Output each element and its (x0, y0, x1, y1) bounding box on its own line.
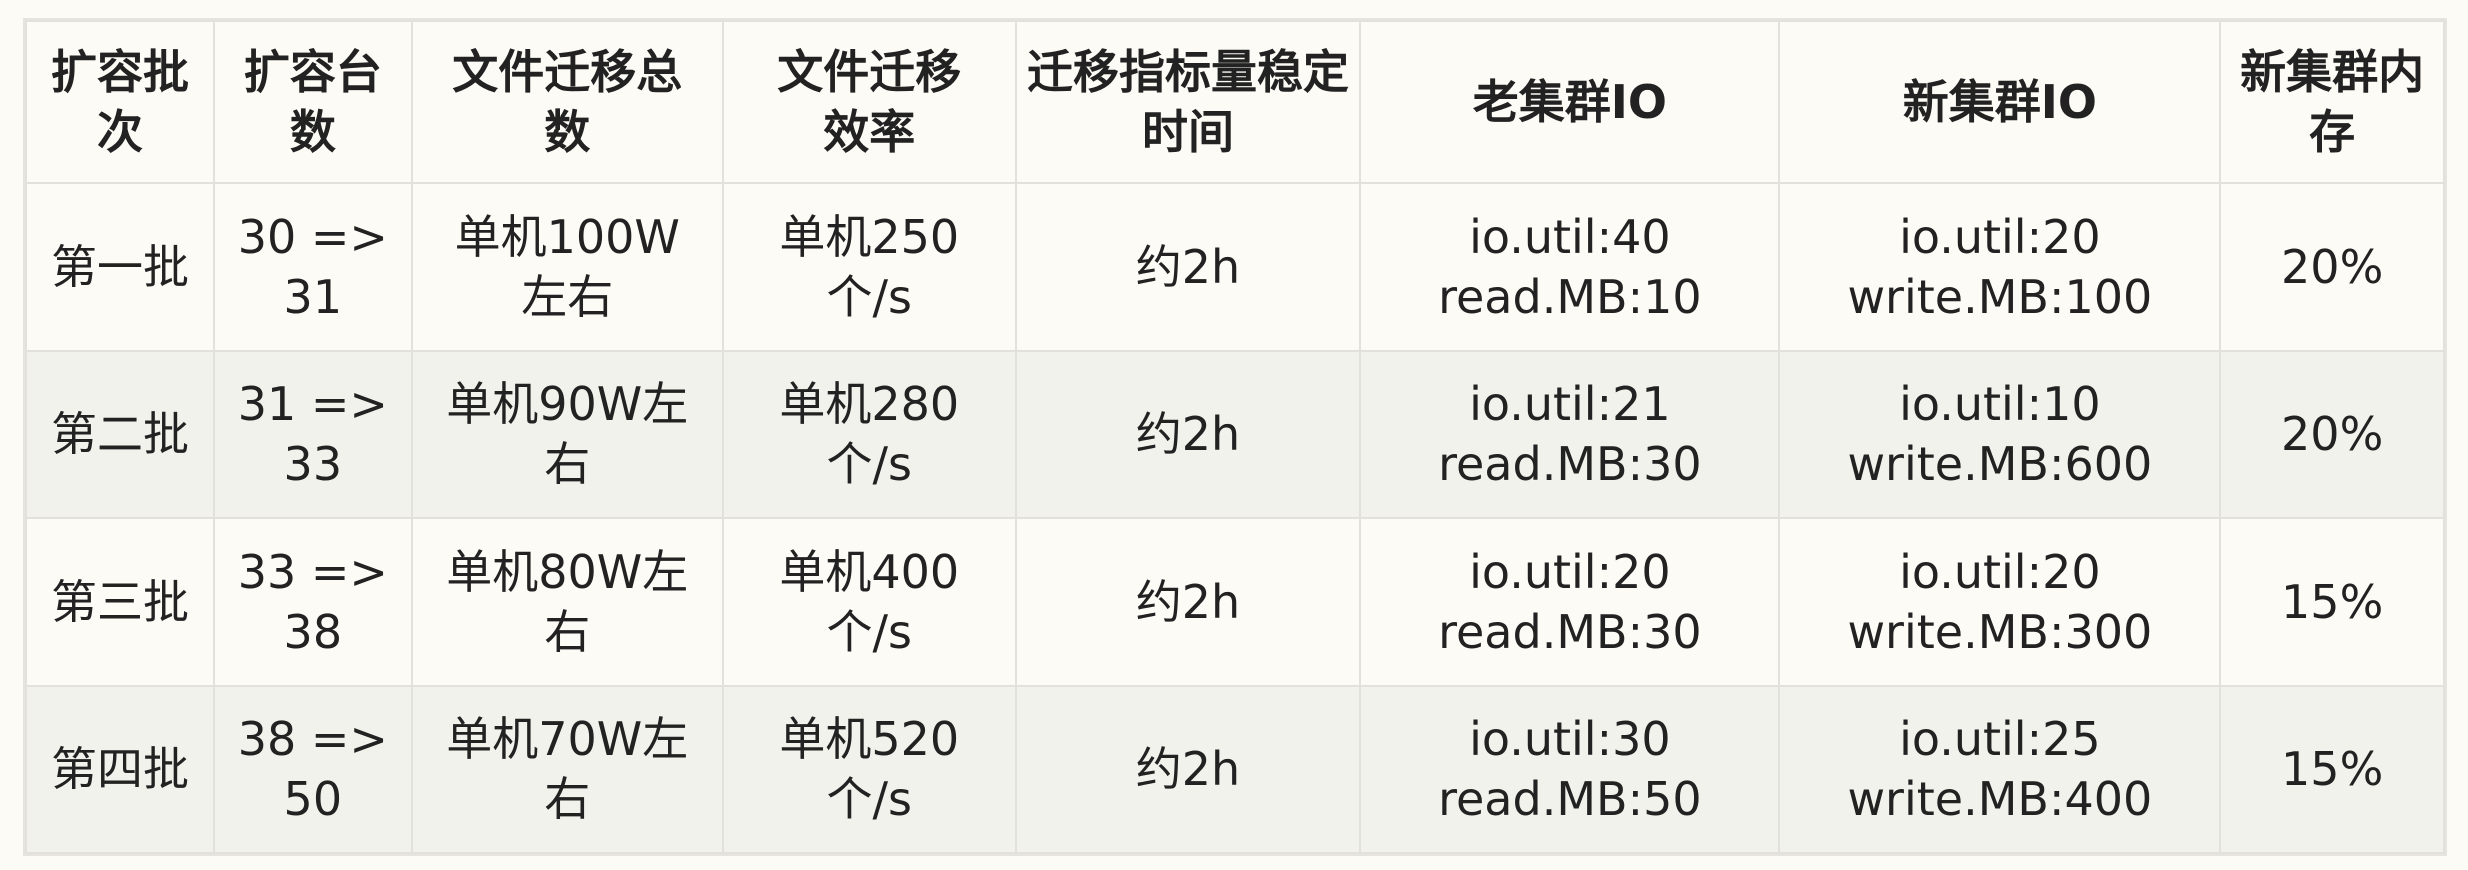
header-efficiency: 文件迁移 效率 (721, 20, 1017, 184)
cell-batch: 第一批 (24, 182, 216, 352)
cell-efficiency: 单机400 个/s (721, 517, 1017, 687)
cell-new-io: io.util:20 write.MB:100 (1778, 182, 2222, 352)
table-row: 第一批 30 => 31 单机100W 左右 单机250 个/s 约2h io.uti… (24, 182, 2445, 352)
header-total: 文件迁移总 数 (410, 20, 724, 184)
cell-memory: 20% (2219, 349, 2445, 519)
cell-memory: 15% (2219, 517, 2445, 687)
cell-old-io: io.util:30 read.MB:50 (1359, 684, 1781, 854)
cell-total: 单机90W左右 (410, 349, 724, 519)
cell-memory: 20% (2219, 182, 2445, 352)
cell-machines: 30 => 31 (213, 182, 413, 352)
cell-batch: 第三批 (24, 517, 216, 687)
cell-machines: 33 => 38 (213, 517, 413, 687)
cell-old-io: io.util:40 read.MB:10 (1359, 182, 1781, 352)
cell-memory: 15% (2219, 684, 2445, 854)
table-row: 第四批 38 => 50 单机70W左右 单机520 个/s 约2h io.util… (24, 684, 2445, 854)
header-new-io: 新集群IO (1778, 20, 2222, 184)
cell-efficiency: 单机520 个/s (721, 684, 1017, 854)
cell-batch: 第四批 (24, 684, 216, 854)
cell-old-io: io.util:21 read.MB:30 (1359, 349, 1781, 519)
cell-new-io: io.util:10 write.MB:600 (1778, 349, 2222, 519)
header-machines: 扩容台 数 (213, 20, 413, 184)
header-batch: 扩容批 次 (24, 20, 216, 184)
header-old-io: 老集群IO (1359, 20, 1781, 184)
migration-table: 扩容批 次 扩容台 数 文件迁移总 数 文件迁移 效率 迁移指标量稳定 时间 老… (24, 20, 2445, 854)
header-memory: 新集群内 存 (2219, 20, 2445, 184)
cell-batch: 第二批 (24, 349, 216, 519)
header-row: 扩容批 次 扩容台 数 文件迁移总 数 文件迁移 效率 迁移指标量稳定 时间 老… (24, 20, 2445, 184)
cell-stable-time: 约2h (1014, 517, 1362, 687)
cell-total: 单机70W左右 (410, 684, 724, 854)
cell-efficiency: 单机280 个/s (721, 349, 1017, 519)
header-stable-time: 迁移指标量稳定 时间 (1014, 20, 1362, 184)
cell-stable-time: 约2h (1014, 349, 1362, 519)
table-row: 第二批 31 => 33 单机90W左右 单机280 个/s 约2h io.util… (24, 349, 2445, 519)
migration-table-container: 扩容批 次 扩容台 数 文件迁移总 数 文件迁移 效率 迁移指标量稳定 时间 老… (23, 18, 2447, 856)
table-row: 第三批 33 => 38 单机80W左右 单机400 个/s 约2h io.util… (24, 517, 2445, 687)
cell-new-io: io.util:20 write.MB:300 (1778, 517, 2222, 687)
cell-total: 单机80W左右 (410, 517, 724, 687)
cell-stable-time: 约2h (1014, 182, 1362, 352)
cell-machines: 31 => 33 (213, 349, 413, 519)
cell-machines: 38 => 50 (213, 684, 413, 854)
cell-efficiency: 单机250 个/s (721, 182, 1017, 352)
cell-old-io: io.util:20 read.MB:30 (1359, 517, 1781, 687)
cell-stable-time: 约2h (1014, 684, 1362, 854)
cell-total: 单机100W 左右 (410, 182, 724, 352)
cell-new-io: io.util:25 write.MB:400 (1778, 684, 2222, 854)
